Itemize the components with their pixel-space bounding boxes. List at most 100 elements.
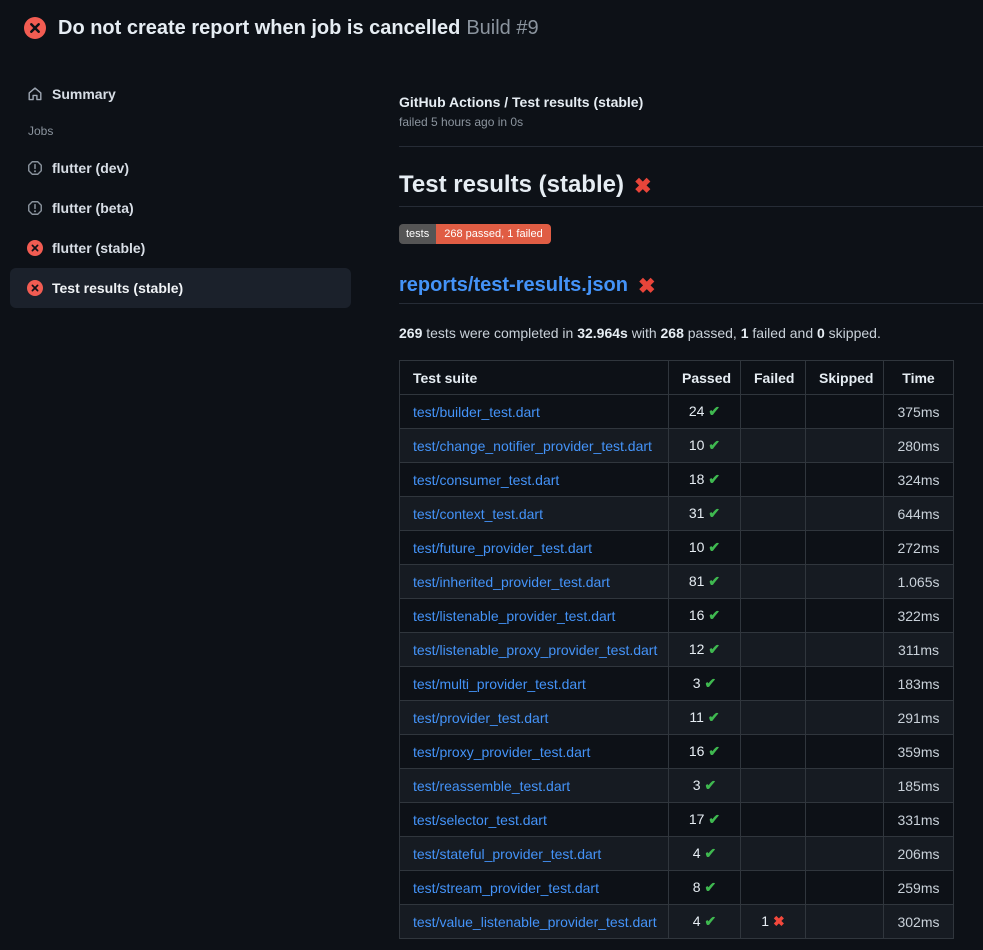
suite-cell: test/context_test.dart (400, 497, 669, 531)
suite-cell: test/proxy_provider_test.dart (400, 735, 669, 769)
skipped-cell (806, 837, 884, 871)
failed-cell (741, 769, 806, 803)
jobs-list: flutter (dev) flutter (beta) flutter (stab… (0, 148, 383, 308)
cross-icon: ✖ (773, 913, 785, 929)
skipped-cell (806, 565, 884, 599)
table-row: test/proxy_provider_test.dart16✔359ms (400, 735, 954, 769)
suite-link[interactable]: test/consumer_test.dart (413, 472, 559, 488)
summary-line: 269 tests were completed in 32.964s with… (399, 325, 983, 341)
check-icon: ✔ (705, 879, 717, 895)
skipped-cell (806, 531, 884, 565)
suite-link[interactable]: test/stateful_provider_test.dart (413, 846, 601, 862)
passed-cell: 17✔ (669, 803, 741, 837)
passed-cell: 4✔ (669, 837, 741, 871)
tests-badge: tests 268 passed, 1 failed (399, 224, 551, 244)
check-icon: ✔ (708, 437, 720, 453)
passed-cell: 18✔ (669, 463, 741, 497)
suite-cell: test/listenable_proxy_provider_test.dart (400, 633, 669, 667)
sidebar-job-item-1[interactable]: flutter (dev) (10, 148, 351, 188)
time-cell: 206ms (884, 837, 954, 871)
passed-cell: 10✔ (669, 429, 741, 463)
suite-link[interactable]: test/proxy_provider_test.dart (413, 744, 590, 760)
table-row: test/builder_test.dart24✔375ms (400, 395, 954, 429)
home-icon (27, 86, 43, 102)
suite-link[interactable]: test/listenable_provider_test.dart (413, 608, 615, 624)
suite-link[interactable]: test/reassemble_test.dart (413, 778, 570, 794)
passed-cell: 3✔ (669, 769, 741, 803)
skipped-cell (806, 803, 884, 837)
suite-link[interactable]: test/inherited_provider_test.dart (413, 574, 610, 590)
sidebar-job-item-4[interactable]: Test results (stable) (10, 268, 351, 308)
time-cell: 302ms (884, 905, 954, 939)
skipped-cell (806, 735, 884, 769)
skipped-cell (806, 701, 884, 735)
column-header: Test suite (400, 361, 669, 395)
report-file-link[interactable]: reports/test-results.json (399, 274, 628, 297)
sidebar-job-item-3[interactable]: flutter (stable) (10, 228, 351, 268)
suite-cell: test/inherited_provider_test.dart (400, 565, 669, 599)
badge-value: 268 passed, 1 failed (436, 224, 550, 244)
failed-cell (741, 667, 806, 701)
suite-cell: test/stream_provider_test.dart (400, 871, 669, 905)
suite-link[interactable]: test/multi_provider_test.dart (413, 676, 586, 692)
check-icon: ✔ (708, 471, 720, 487)
suite-link[interactable]: test/future_provider_test.dart (413, 540, 592, 556)
suite-cell: test/multi_provider_test.dart (400, 667, 669, 701)
suite-link[interactable]: test/change_notifier_provider_test.dart (413, 438, 652, 454)
build-title: Do not create report when job is cancell… (58, 17, 460, 39)
table-row: test/change_notifier_provider_test.dart 1… (400, 429, 954, 463)
red-cross-icon: ✖ (634, 176, 652, 197)
time-cell: 291ms (884, 701, 954, 735)
check-icon: ✔ (708, 641, 720, 657)
skipped-cell (806, 599, 884, 633)
failed-cell (741, 701, 806, 735)
suite-cell: test/stateful_provider_test.dart (400, 837, 669, 871)
job-label: flutter (stable) (52, 240, 145, 256)
main-content: GitHub Actions / Test results (stable) f… (383, 56, 983, 939)
time-cell: 324ms (884, 463, 954, 497)
failed-cell (741, 735, 806, 769)
stop-icon (27, 200, 43, 216)
suite-link[interactable]: test/context_test.dart (413, 506, 543, 522)
suite-cell: test/change_notifier_provider_test.dart (400, 429, 669, 463)
table-row: test/listenable_proxy_provider_test.dart… (400, 633, 954, 667)
failed-cell (741, 803, 806, 837)
report-title-wrap: reports/test-results.json ✖ (399, 274, 983, 304)
check-icon: ✔ (708, 539, 720, 555)
suite-link[interactable]: test/selector_test.dart (413, 812, 547, 828)
suite-link[interactable]: test/listenable_proxy_provider_test.dart (413, 642, 657, 658)
suite-link[interactable]: test/stream_provider_test.dart (413, 880, 599, 896)
time-cell: 185ms (884, 769, 954, 803)
table-row: test/context_test.dart31✔644ms (400, 497, 954, 531)
skipped-cell (806, 395, 884, 429)
skipped-cell (806, 905, 884, 939)
column-header: Passed (669, 361, 741, 395)
sidebar-item-summary[interactable]: Summary (10, 78, 351, 110)
suite-link[interactable]: test/builder_test.dart (413, 404, 540, 420)
test-results-table-body: test/builder_test.dart24✔375mstest/chang… (400, 395, 954, 939)
table-row: test/stream_provider_test.dart8✔259ms (400, 871, 954, 905)
check-icon: ✔ (708, 811, 720, 827)
suite-link[interactable]: test/provider_test.dart (413, 710, 548, 726)
test-results-table: Test suitePassedFailedSkippedTime test/b… (399, 360, 954, 939)
time-cell: 280ms (884, 429, 954, 463)
skipped-cell (806, 667, 884, 701)
suite-cell: test/selector_test.dart (400, 803, 669, 837)
table-row: test/stateful_provider_test.dart 4✔ 206ms (400, 837, 954, 871)
page-title: Do not create report when job is cancell… (58, 17, 539, 40)
x-circle-fill-icon (27, 280, 43, 296)
table-row: test/provider_test.dart11✔291ms (400, 701, 954, 735)
failed-cell (741, 599, 806, 633)
failed-cell (741, 497, 806, 531)
sidebar: Summary Jobs flutter (dev)flutter (beta)… (0, 56, 383, 308)
suite-link[interactable]: test/value_listenable_provider_test.dart (413, 914, 657, 930)
job-label: flutter (beta) (52, 200, 134, 216)
failed-cell (741, 531, 806, 565)
table-row: test/selector_test.dart17✔331ms (400, 803, 954, 837)
failed-cell (741, 633, 806, 667)
passed-cell: 16✔ (669, 599, 741, 633)
passed-cell: 8✔ (669, 871, 741, 905)
failed-cell (741, 837, 806, 871)
sidebar-job-item-2[interactable]: flutter (beta) (10, 188, 351, 228)
suite-cell: test/listenable_provider_test.dart (400, 599, 669, 633)
